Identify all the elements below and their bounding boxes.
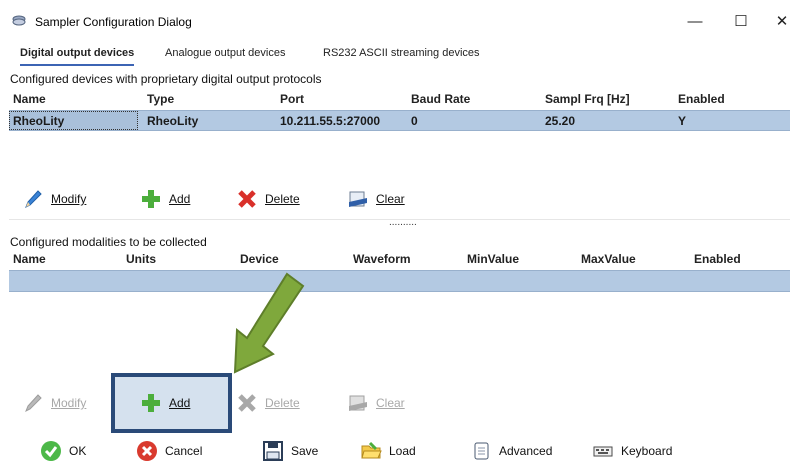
devices-clear-button[interactable]: Clear	[347, 186, 405, 212]
tab-analogue-output-devices[interactable]: Analogue output devices	[165, 44, 285, 64]
column-header[interactable]: Name	[13, 252, 46, 266]
column-header[interactable]: MinValue	[467, 252, 519, 266]
x-icon	[238, 394, 256, 412]
cancel-circle-icon	[137, 441, 157, 461]
cell-port: 10.211.55.5:27000	[280, 114, 381, 128]
column-header[interactable]: Port	[280, 92, 304, 106]
scroll-icon	[474, 442, 489, 460]
column-header[interactable]: MaxValue	[581, 252, 636, 266]
eraser-icon	[349, 395, 367, 411]
title-bar: Sampler Configuration Dialog — ☐ ✕	[0, 0, 798, 40]
window-title: Sampler Configuration Dialog	[35, 15, 192, 29]
save-button[interactable]: Save	[262, 438, 318, 464]
modalities-delete-button[interactable]: Delete	[236, 390, 300, 416]
modalities-modify-button[interactable]: Modify	[22, 390, 86, 416]
column-header[interactable]: Baud Rate	[411, 92, 470, 106]
devices-delete-button[interactable]: Delete	[236, 186, 300, 212]
advanced-button[interactable]: Advanced	[470, 438, 552, 464]
tab-rs232-ascii-streaming[interactable]: RS232 ASCII streaming devices	[323, 44, 480, 64]
column-header[interactable]: Device	[240, 252, 279, 266]
devices-section-label: Configured devices with proprietary digi…	[10, 72, 322, 86]
modalities-clear-button[interactable]: Clear	[347, 390, 405, 416]
folder-icon	[361, 441, 382, 459]
column-header[interactable]: Units	[126, 252, 156, 266]
plus-icon	[142, 190, 160, 208]
green-arrow-annotation	[233, 272, 305, 374]
load-button[interactable]: Load	[360, 438, 416, 464]
cell-enabled: Y	[678, 114, 687, 128]
modalities-table-header: Name Units Device Waveform MinValue MaxV…	[9, 251, 790, 268]
column-header[interactable]: Waveform	[353, 252, 411, 266]
table-row[interactable]: RheoLity RheoLity 10.211.55.5:27000 0 25…	[9, 110, 790, 131]
column-header[interactable]: Sampl Frq [Hz]	[545, 92, 630, 106]
app-icon	[12, 15, 26, 26]
check-circle-icon	[41, 441, 61, 461]
close-button[interactable]: ✕	[767, 10, 797, 32]
ok-button[interactable]: OK	[40, 438, 86, 464]
keyboard-icon	[593, 446, 613, 457]
column-header[interactable]: Name	[13, 92, 46, 106]
splitter-handle[interactable]: ..........	[389, 217, 417, 228]
column-header[interactable]: Enabled	[694, 252, 741, 266]
cell-baud-rate: 0	[411, 114, 418, 128]
minimize-button[interactable]: —	[680, 10, 710, 32]
modalities-section-label: Configured modalities to be collected	[10, 235, 207, 249]
pencil-icon	[25, 394, 42, 413]
floppy-disk-icon	[263, 441, 283, 461]
eraser-icon	[349, 191, 367, 207]
column-header[interactable]: Enabled	[678, 92, 725, 106]
devices-modify-button[interactable]: Modify	[22, 186, 86, 212]
keyboard-button[interactable]: Keyboard	[592, 438, 672, 464]
column-header[interactable]: Type	[147, 92, 174, 106]
cell-name: RheoLity	[13, 114, 65, 128]
plus-icon	[142, 394, 160, 412]
devices-table-header: Name Type Port Baud Rate Sampl Frq [Hz] …	[9, 91, 790, 108]
modalities-add-button[interactable]: Add	[140, 390, 190, 416]
maximize-button[interactable]: ☐	[726, 10, 756, 32]
red-x-icon	[238, 190, 256, 208]
cell-type: RheoLity	[147, 114, 199, 128]
cell-sample-frequency: 25.20	[545, 114, 576, 128]
pencil-icon	[25, 190, 42, 209]
devices-add-button[interactable]: Add	[140, 186, 190, 212]
tab-digital-output-devices[interactable]: Digital output devices	[20, 44, 135, 66]
cancel-button[interactable]: Cancel	[136, 438, 202, 464]
table-row[interactable]	[9, 270, 790, 292]
